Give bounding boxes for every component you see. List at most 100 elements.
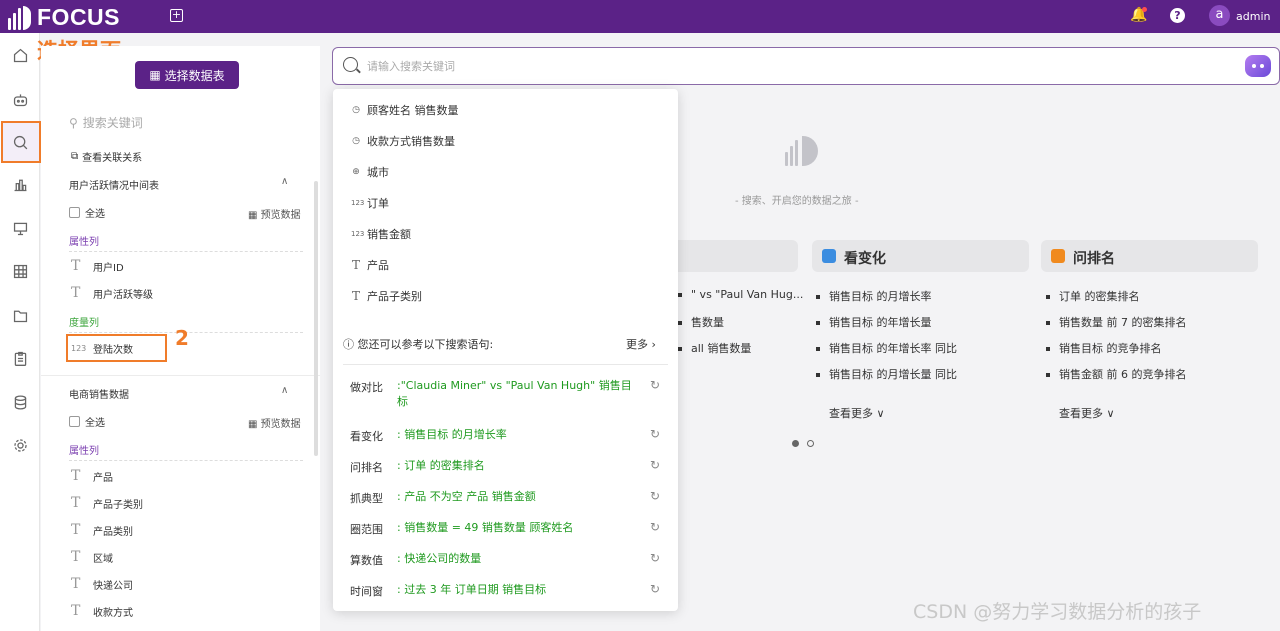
- select-all-checkbox[interactable]: 全选: [69, 414, 105, 429]
- text-type-icon: T: [71, 258, 81, 274]
- suggestion-item[interactable]: ◷ 顾客姓名 销售数量: [351, 102, 458, 118]
- refresh-icon[interactable]: ↻: [650, 489, 660, 503]
- field-label: 收款方式: [93, 607, 133, 619]
- suggestion-item[interactable]: T 产品子类别: [351, 288, 422, 304]
- suggestion-item[interactable]: T 产品: [351, 257, 389, 273]
- example-label: 问排名: [350, 461, 383, 474]
- suggestion-text: 收款方式销售数量: [367, 135, 455, 148]
- field-item[interactable]: T 区域: [71, 549, 113, 565]
- suggestion-item[interactable]: ◷ 收款方式销售数量: [351, 133, 455, 149]
- card-rank-header: 问排名: [1041, 240, 1258, 272]
- field-item[interactable]: T 用户活跃等级: [71, 285, 153, 301]
- example-item[interactable]: 销售金额 前 6 的竞争排名: [1046, 366, 1187, 382]
- field-item[interactable]: T 产品: [71, 468, 113, 484]
- select-table-label: 选择数据表: [164, 68, 225, 83]
- table-name[interactable]: 电商销售数据: [69, 386, 129, 401]
- clipboard-icon[interactable]: [10, 348, 30, 368]
- example-item[interactable]: 销售目标 的月增长率: [816, 288, 932, 304]
- refresh-icon[interactable]: ↻: [650, 378, 660, 392]
- carousel-dot[interactable]: [807, 440, 814, 447]
- example-item[interactable]: 订单 的密集排名: [1046, 288, 1140, 304]
- database-icon[interactable]: [10, 392, 30, 412]
- chart-icon[interactable]: [10, 174, 30, 194]
- refresh-icon[interactable]: ↻: [650, 551, 660, 565]
- view-more-link[interactable]: 查看更多 ∨: [829, 405, 885, 421]
- table-icon: ▦: [149, 68, 161, 82]
- clock-icon: ◷: [352, 105, 360, 115]
- field-search-placeholder: 搜索关键词: [82, 116, 143, 130]
- brand-logo[interactable]: FOCUS: [8, 4, 120, 31]
- table-icon[interactable]: [10, 261, 30, 281]
- table-name[interactable]: 用户活跃情况中间表: [69, 177, 159, 192]
- watermark: CSDN @努力学习数据分析的孩子: [913, 601, 1202, 623]
- field-item[interactable]: T 产品类别: [71, 522, 133, 538]
- example-item[interactable]: 销售目标 的年增长量: [816, 314, 932, 330]
- example-query[interactable]: : 销售目标 的月增长率: [397, 427, 639, 443]
- refresh-icon[interactable]: ↻: [650, 582, 660, 596]
- example-item[interactable]: 销售目标 的竞争排名: [1046, 340, 1162, 356]
- help-icon[interactable]: ?: [1170, 8, 1185, 23]
- carousel-dot[interactable]: [792, 440, 799, 447]
- ai-assistant-icon[interactable]: [1245, 55, 1271, 77]
- settings-icon[interactable]: [10, 435, 30, 455]
- field-label: 产品子类别: [93, 499, 143, 511]
- new-tab-icon[interactable]: +: [170, 9, 183, 22]
- suggestion-item[interactable]: 123 订单: [351, 195, 389, 211]
- select-all-checkbox[interactable]: 全选: [69, 205, 105, 220]
- preview-data-link[interactable]: ▦ 预览数据: [248, 206, 301, 221]
- field-item[interactable]: T 产品子类别: [71, 495, 143, 511]
- preview-data-link[interactable]: ▦ 预览数据: [248, 415, 301, 430]
- field-label: 区域: [93, 553, 113, 565]
- field-search-input[interactable]: ⚲ 搜索关键词: [69, 114, 143, 131]
- partial-item[interactable]: " vs "Paul Van Hug...: [678, 288, 803, 301]
- example-label: 圈范围: [350, 523, 383, 536]
- example-query[interactable]: : 快递公司的数量: [397, 551, 639, 567]
- partial-item[interactable]: 售数量: [678, 314, 724, 330]
- example-query[interactable]: : 产品 不为空 产品 销售金额: [397, 489, 639, 505]
- refresh-icon[interactable]: ↻: [650, 458, 660, 472]
- logo-icon: [8, 5, 31, 30]
- view-relations-link[interactable]: ⧉ 查看关联关系: [71, 149, 142, 164]
- home-icon[interactable]: [10, 45, 30, 65]
- refresh-icon[interactable]: ↻: [650, 520, 660, 534]
- panel-scrollbar[interactable]: [314, 181, 318, 456]
- refresh-icon[interactable]: ↻: [650, 427, 660, 441]
- field-item[interactable]: T 用户ID: [71, 258, 124, 274]
- top-bar: FOCUS + 🔔 ? a admin: [0, 0, 1280, 33]
- example-query[interactable]: : 销售数量 = 49 销售数量 顾客姓名: [397, 520, 639, 536]
- collapse-chevron-icon[interactable]: ∧: [281, 176, 288, 187]
- suggestion-item[interactable]: ⊕ 城市: [351, 164, 389, 180]
- username[interactable]: admin: [1236, 10, 1270, 23]
- presentation-icon[interactable]: [10, 218, 30, 238]
- select-table-button[interactable]: ▦ 选择数据表: [135, 61, 239, 89]
- search-nav-icon[interactable]: [10, 132, 30, 152]
- card-title: 看变化: [844, 251, 886, 267]
- collapse-chevron-icon[interactable]: ∧: [281, 385, 288, 396]
- field-item[interactable]: T 快递公司: [71, 576, 133, 592]
- example-item[interactable]: 销售目标 的月增长量 同比: [816, 366, 957, 382]
- example-query[interactable]: : 过去 3 年 订单日期 销售目标: [397, 582, 639, 598]
- user-avatar[interactable]: a: [1209, 5, 1230, 26]
- example-query[interactable]: :"Claudia Miner" vs "Paul Van Hugh" 销售目标: [397, 378, 639, 410]
- checkbox-box: [69, 207, 80, 218]
- number-icon: 123: [351, 199, 365, 207]
- search-input[interactable]: [367, 57, 1227, 75]
- robot-icon[interactable]: [10, 89, 30, 109]
- suggestion-item[interactable]: 123 销售金额: [351, 226, 411, 242]
- example-item[interactable]: 销售数量 前 7 的密集排名: [1046, 314, 1187, 330]
- preview-label: 预览数据: [260, 419, 301, 430]
- suggestion-text: 城市: [367, 166, 389, 179]
- view-more-link[interactable]: 查看更多 ∨: [1059, 405, 1115, 421]
- rank-icon: [1051, 249, 1065, 263]
- trend-icon: [822, 249, 836, 263]
- more-link[interactable]: 更多 ›: [626, 336, 656, 352]
- example-query[interactable]: : 订单 的密集排名: [397, 458, 639, 474]
- text-type-icon: T: [71, 549, 81, 565]
- example-item[interactable]: 销售目标 的年增长率 同比: [816, 340, 957, 356]
- field-item[interactable]: T 收款方式: [71, 603, 133, 619]
- partial-item[interactable]: all 销售数量: [678, 340, 751, 356]
- folder-icon[interactable]: [10, 305, 30, 325]
- globe-icon: ⊕: [352, 167, 360, 177]
- suggestion-text: 产品子类别: [367, 290, 422, 303]
- search-icon: [343, 57, 358, 72]
